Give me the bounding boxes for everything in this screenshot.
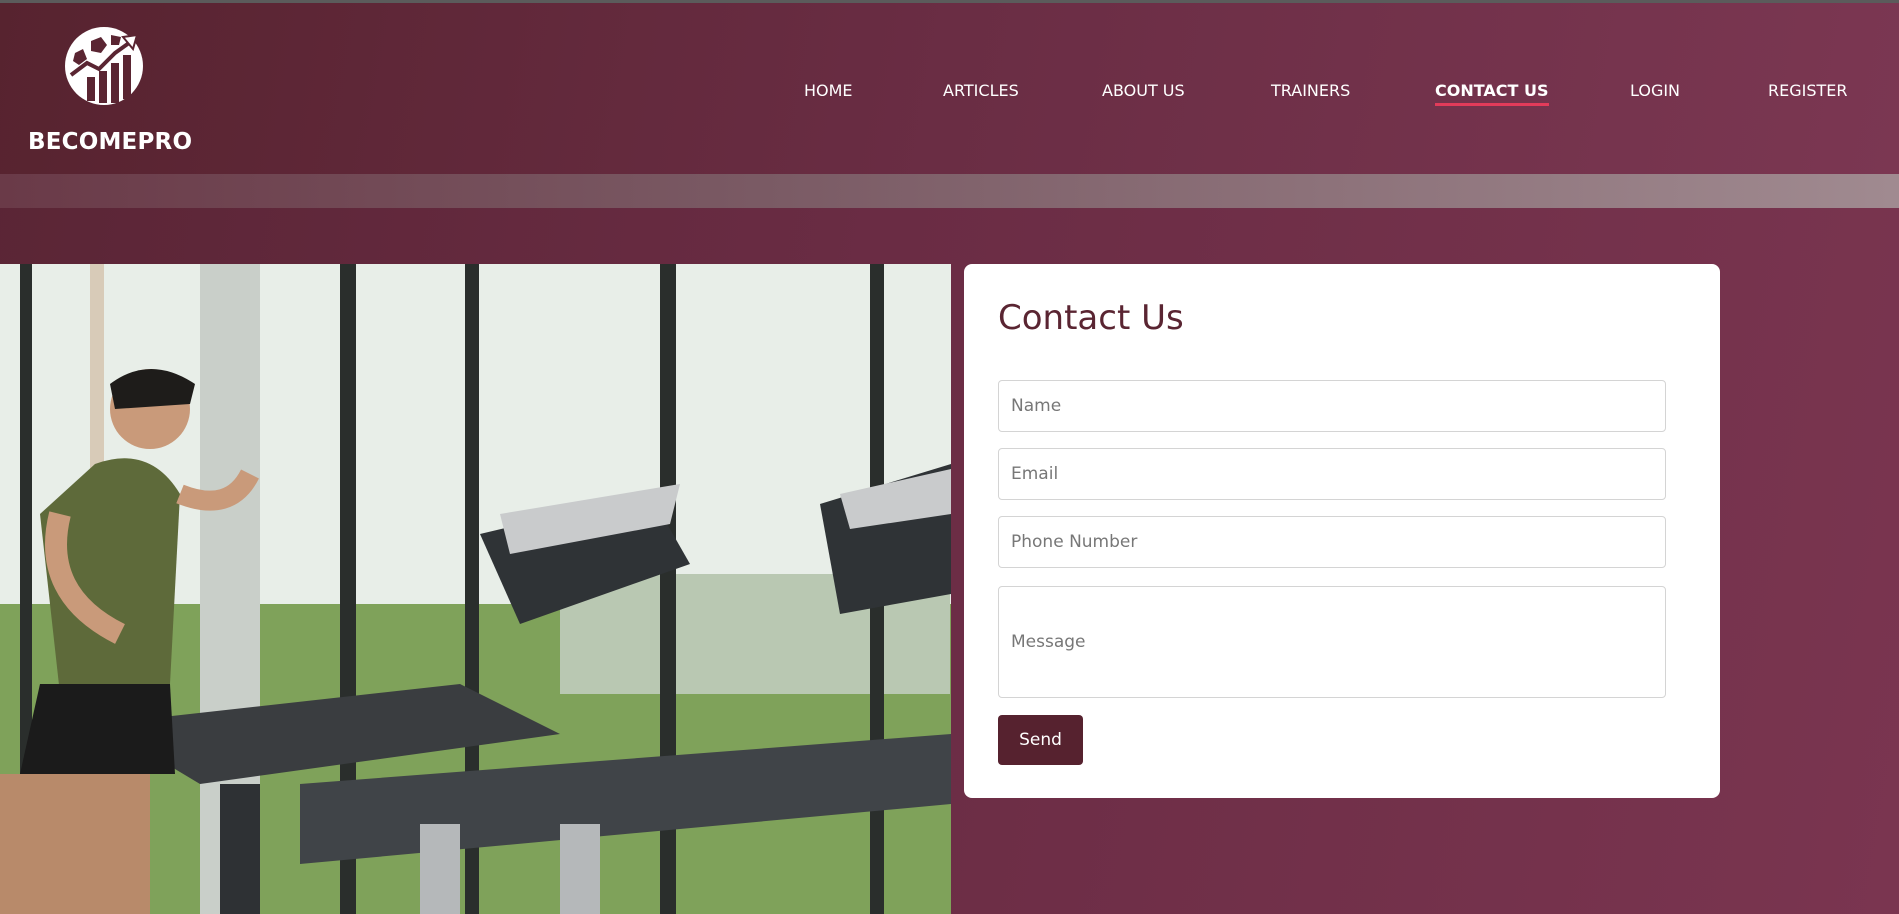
gym-treadmill-photo: [0, 264, 951, 914]
nav-home[interactable]: HOME: [804, 80, 853, 102]
email-input[interactable]: [998, 448, 1666, 500]
header-shadow-band: [0, 174, 1899, 208]
brand-name: BECOMEPRO: [28, 129, 193, 155]
nav-trainers[interactable]: TRAINERS: [1271, 80, 1350, 102]
contact-form-card: Contact Us Send: [964, 264, 1720, 798]
nav-register[interactable]: REGISTER: [1768, 80, 1848, 102]
treadmill-scene-illustration: [0, 264, 951, 914]
nav-contact-us[interactable]: CONTACT US: [1435, 80, 1549, 106]
contact-title: Contact Us: [998, 298, 1184, 338]
message-textarea[interactable]: [998, 586, 1666, 698]
nav-articles[interactable]: ARTICLES: [943, 80, 1019, 102]
name-input[interactable]: [998, 380, 1666, 432]
nav-about-us[interactable]: ABOUT US: [1102, 80, 1185, 102]
nav-login[interactable]: LOGIN: [1630, 80, 1680, 102]
main-nav: HOME ARTICLES ABOUT US TRAINERS CONTACT …: [0, 80, 1899, 106]
site-header: BECOMEPRO HOME ARTICLES ABOUT US TRAINER…: [0, 3, 1899, 174]
phone-input[interactable]: [998, 516, 1666, 568]
send-button[interactable]: Send: [998, 715, 1083, 765]
